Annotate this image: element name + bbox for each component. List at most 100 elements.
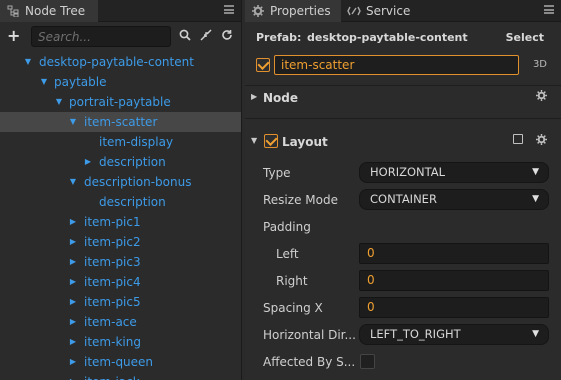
tab-service[interactable]: Service: [341, 0, 431, 22]
prefab-bar: Prefab: desktop-paytable-content Select: [245, 27, 561, 49]
tree-item[interactable]: ▶ item-king: [0, 332, 241, 352]
properties-panel: Properties Service Prefab: desktop-payta…: [245, 0, 561, 380]
node-tree-menu-icon[interactable]: [224, 5, 234, 14]
node-name-field[interactable]: item-scatter: [274, 55, 519, 75]
padding-label: Padding: [263, 220, 311, 234]
tree-item[interactable]: ▶ item-pic2: [0, 232, 241, 252]
tree-item[interactable]: ▶ item-pic4: [0, 272, 241, 292]
tree-item[interactable]: ▼ portrait-paytable: [0, 92, 241, 112]
tree-item[interactable]: ▼ paytable: [0, 72, 241, 92]
tree-item[interactable]: ▶ item-ace: [0, 312, 241, 332]
tree-item[interactable]: ▼ description-bonus: [0, 172, 241, 192]
chevron-right-icon[interactable]: ▶: [68, 272, 78, 292]
tab-properties[interactable]: Properties: [245, 0, 341, 22]
layout-enabled-checkbox[interactable]: [264, 134, 278, 148]
chevron-right-icon[interactable]: ▶: [68, 352, 78, 372]
chevron-right-icon[interactable]: ▶: [68, 292, 78, 312]
search-input[interactable]: [31, 26, 171, 47]
node-tree-list: ▼ desktop-paytable-content ▼ paytable ▼ …: [0, 52, 241, 380]
chevron-down-icon: ▼: [251, 136, 258, 145]
chevron-down-icon[interactable]: ▼: [39, 72, 49, 92]
properties-menu-icon[interactable]: [544, 5, 554, 14]
spacing-x-row: Spacing X 0: [245, 295, 561, 319]
resize-mode-label: Resize Mode: [263, 193, 338, 207]
node-active-checkbox[interactable]: [256, 58, 270, 72]
type-select[interactable]: HORIZONTAL ▼: [359, 162, 549, 183]
chevron-right-icon[interactable]: ▶: [68, 212, 78, 232]
chevron-right-icon[interactable]: ▶: [68, 252, 78, 272]
mode-3d-toggle[interactable]: 3D: [533, 59, 547, 70]
type-label: Type: [263, 166, 291, 180]
padding-right-row: Right 0: [245, 268, 561, 292]
chevron-down-icon[interactable]: ▼: [68, 172, 78, 192]
tree-item-label: desktop-paytable-content: [39, 55, 194, 69]
spacing-x-label: Spacing X: [263, 301, 323, 315]
tree-item[interactable]: ▶ item-jack: [0, 372, 241, 380]
resize-mode-select[interactable]: CONTAINER ▼: [359, 189, 549, 210]
add-node-icon[interactable]: +: [7, 27, 23, 45]
tree-item[interactable]: ▶ item-pic3: [0, 252, 241, 272]
tab-node-tree[interactable]: Node Tree: [0, 0, 98, 22]
tree-item[interactable]: item-display: [0, 132, 241, 152]
spacing-x-input[interactable]: 0: [359, 297, 549, 318]
tree-item-label: item-ace: [84, 315, 137, 329]
tree-item-label: item-pic4: [84, 275, 141, 289]
service-icon: [347, 4, 361, 18]
divider: [245, 118, 561, 119]
tree-item[interactable]: ▼ desktop-paytable-content: [0, 52, 241, 72]
tree-item-label: item-pic1: [84, 215, 141, 229]
tab-node-tree-label: Node Tree: [25, 4, 86, 18]
tree-item-label: item-scatter: [84, 115, 158, 129]
tree-item-label: portrait-paytable: [69, 95, 171, 109]
tree-item-label: description: [99, 195, 166, 209]
chevron-right-icon[interactable]: ▶: [68, 372, 78, 380]
tree-item-selected[interactable]: ▼ item-scatter: [0, 112, 241, 132]
select-button[interactable]: Select: [506, 31, 544, 44]
chevron-down-icon[interactable]: ▼: [23, 52, 33, 72]
tree-item[interactable]: ▶ item-pic1: [0, 212, 241, 232]
tab-properties-label: Properties: [270, 4, 331, 18]
chevron-down-icon[interactable]: ▼: [54, 92, 64, 112]
node-section-header[interactable]: ▶ Node: [245, 86, 561, 110]
chevron-right-icon: ▶: [251, 92, 258, 101]
gear-icon[interactable]: [536, 134, 547, 148]
padding-row: Padding: [245, 214, 561, 238]
node-name-row: item-scatter 3D: [245, 55, 561, 77]
tree-item[interactable]: ▶ item-queen: [0, 352, 241, 372]
layout-section-header[interactable]: ▼ Layout: [245, 130, 561, 154]
prefab-name: desktop-paytable-content: [307, 31, 468, 44]
padding-left-label: Left: [276, 247, 299, 261]
tree-item-label: description-bonus: [84, 175, 192, 189]
affected-by-scale-label: Affected By S...: [263, 355, 356, 369]
node-section-title: Node: [263, 91, 299, 105]
chevron-right-icon[interactable]: ▶: [68, 232, 78, 252]
tree-item[interactable]: description: [0, 192, 241, 212]
refresh-icon[interactable]: [220, 29, 234, 43]
search-icon[interactable]: [178, 29, 192, 43]
node-tree-toolbar: +: [0, 23, 241, 51]
tree-item-label: item-pic3: [84, 255, 141, 269]
affected-by-scale-checkbox[interactable]: [360, 354, 375, 369]
padding-left-input[interactable]: 0: [359, 243, 549, 264]
caret-down-icon: ▼: [532, 329, 539, 339]
collapse-all-icon[interactable]: [199, 29, 213, 43]
node-tree-panel: Node Tree + ▼ desktop-paytable-content ▼…: [0, 0, 242, 380]
chevron-down-icon[interactable]: ▼: [68, 112, 78, 132]
tree-item-label: item-pic2: [84, 235, 141, 249]
tree-item-label: item-king: [84, 335, 141, 349]
tree-item[interactable]: ▶ description: [0, 152, 241, 172]
tab-service-label: Service: [366, 4, 411, 18]
resize-mode-row: Resize Mode CONTAINER ▼: [245, 187, 561, 211]
gear-icon[interactable]: [536, 90, 547, 104]
tree-item[interactable]: ▶ item-pic5: [0, 292, 241, 312]
resize-mode-value: CONTAINER: [370, 192, 437, 206]
chevron-right-icon[interactable]: ▶: [68, 332, 78, 352]
book-icon[interactable]: [513, 134, 523, 144]
caret-down-icon: ▼: [532, 194, 539, 204]
padding-right-label: Right: [276, 274, 308, 288]
horizontal-direction-select[interactable]: LEFT_TO_RIGHT ▼: [359, 324, 549, 345]
chevron-right-icon[interactable]: ▶: [83, 152, 93, 172]
chevron-right-icon[interactable]: ▶: [68, 312, 78, 332]
padding-right-input[interactable]: 0: [359, 270, 549, 291]
padding-left-row: Left 0: [245, 241, 561, 265]
